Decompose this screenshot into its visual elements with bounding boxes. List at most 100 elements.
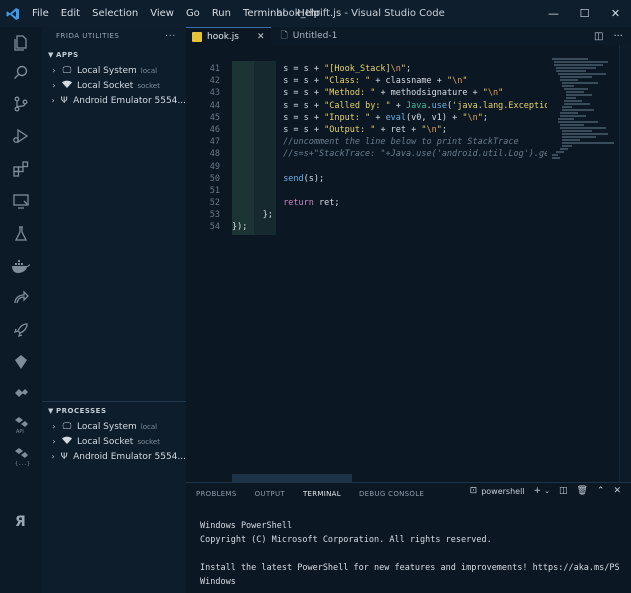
chevron-right-icon: ›	[52, 66, 56, 75]
minimap[interactable]	[548, 45, 618, 225]
shell-name[interactable]: powershell	[481, 487, 524, 496]
split-terminal-icon[interactable]: ◫	[559, 486, 568, 496]
apps-item-android-emulator[interactable]: › Ψ Android Emulator 5554...	[42, 93, 186, 108]
tab-problems[interactable]: PROBLEMS	[196, 490, 237, 498]
code-line-45: s = s + "Input: " + eval(v0, v1) + "\n";	[283, 112, 488, 123]
js-file-icon	[192, 31, 202, 42]
apps-item-local-system[interactable]: › 🖵 Local System local	[42, 63, 186, 78]
svg-text:{...}: {...}	[15, 461, 30, 467]
processes-section-header[interactable]: ▼ PROCESSES	[42, 403, 186, 419]
code-line-54: });	[232, 222, 248, 233]
menu-view[interactable]: View	[144, 8, 180, 19]
menu-file[interactable]: File	[26, 8, 55, 19]
chevron-right-icon: ›	[52, 422, 56, 431]
line-number: 42	[209, 76, 220, 87]
item-label: Local System	[77, 65, 137, 76]
processes-item-local-socket[interactable]: › Local Socket socket	[42, 434, 186, 449]
tab-hook-js[interactable]: hook.js ✕	[186, 27, 271, 45]
menu-bar: File Edit Selection View Go Run Terminal…	[26, 8, 326, 19]
line-number: 45	[209, 112, 220, 123]
search-icon[interactable]	[0, 57, 42, 89]
line-number: 50	[209, 173, 220, 184]
window-controls: — ☐ ✕	[538, 0, 631, 27]
item-desc: socket	[137, 437, 160, 446]
close-panel-icon[interactable]: ✕	[613, 486, 621, 496]
item-label: Local Socket	[77, 436, 134, 447]
json-icon[interactable]: {...}	[0, 441, 42, 473]
frida-r-icon[interactable]: Я	[0, 505, 42, 537]
terminal-line: Windows PowerShell	[200, 521, 293, 531]
remote-explorer-icon[interactable]	[0, 185, 42, 217]
frida-hook-icon[interactable]	[0, 377, 42, 409]
minimize-button[interactable]: —	[538, 0, 569, 27]
item-desc: socket	[137, 81, 160, 90]
maximize-button[interactable]: ☐	[569, 0, 600, 27]
line-number: 46	[209, 124, 220, 135]
monitor-icon: 🖵	[62, 65, 72, 76]
code-line-50: send(s);	[283, 173, 325, 184]
source-control-icon[interactable]	[0, 88, 42, 120]
explorer-icon[interactable]	[0, 27, 42, 59]
line-number: 51	[209, 185, 220, 196]
tab-debug-console[interactable]: DEBUG CONSOLE	[359, 490, 424, 498]
testing-icon[interactable]	[0, 218, 42, 250]
item-desc: local	[140, 66, 158, 75]
chevron-right-icon: ›	[51, 96, 55, 105]
more-actions-button[interactable]: ···	[165, 31, 176, 42]
line-number: 52	[209, 198, 220, 209]
menu-selection[interactable]: Selection	[86, 8, 144, 19]
menu-go[interactable]: Go	[180, 8, 206, 19]
live-share-icon[interactable]	[0, 282, 42, 314]
divider	[42, 401, 186, 402]
line-number: 48	[209, 149, 220, 160]
code-line-48: //s=s+"StackTrace: "+Java.use('android.u…	[232, 149, 547, 160]
tab-untitled-1[interactable]: 🗋 Untitled-1	[271, 27, 344, 45]
line-number: 43	[209, 88, 220, 99]
code-editor[interactable]: 41 42 43 44 45 46 47 48 49 50 51 52 53 5…	[186, 45, 631, 482]
processes-item-android-emulator[interactable]: › Ψ Android Emulator 5554...	[42, 449, 186, 464]
chevron-right-icon: ›	[52, 437, 56, 446]
menu-run[interactable]: Run	[206, 8, 237, 19]
terminal-line: Windows	[200, 577, 236, 587]
vertical-scrollbar[interactable]	[619, 45, 631, 482]
horizontal-scrollbar[interactable]	[232, 474, 352, 482]
file-icon: 🗋	[280, 31, 288, 41]
wifi-icon	[60, 80, 74, 91]
processes-item-local-system[interactable]: › 🖵 Local System local	[42, 419, 186, 434]
tab-terminal[interactable]: TERMINAL	[303, 490, 341, 498]
editor-tab-bar: hook.js ✕ 🗋 Untitled-1 ◫ ···	[186, 27, 631, 45]
bottom-panel: PROBLEMS OUTPUT TERMINAL DEBUG CONSOLE ⊡…	[186, 482, 631, 593]
apps-section-header[interactable]: ▼ APPS	[42, 47, 186, 63]
sidebar-header: FRIDA UTILITIES ···	[42, 27, 186, 45]
maximize-panel-icon[interactable]: ⌃	[597, 486, 605, 496]
menu-help[interactable]: Help	[291, 8, 326, 19]
run-debug-icon[interactable]	[0, 120, 42, 152]
line-number: 44	[209, 100, 220, 111]
extensions-icon[interactable]	[0, 153, 42, 185]
tab-label: Untitled-1	[292, 31, 338, 41]
close-tab-button[interactable]: ✕	[257, 32, 265, 42]
docker-icon[interactable]	[0, 250, 42, 282]
menu-edit[interactable]: Edit	[55, 8, 86, 19]
chevron-down-icon[interactable]: ⌄	[544, 487, 550, 495]
terminal-output[interactable]: Windows PowerShell Copyright (C) Microso…	[200, 521, 620, 591]
vscode-logo-icon	[0, 0, 26, 27]
new-terminal-button[interactable]: +	[534, 486, 542, 496]
tab-output[interactable]: OUTPUT	[255, 490, 285, 498]
api-icon[interactable]: API	[0, 409, 42, 441]
menu-terminal[interactable]: Terminal	[237, 8, 291, 19]
item-label: Local System	[77, 421, 137, 432]
code-line-53: };	[232, 210, 273, 221]
line-number: 53	[209, 210, 220, 221]
rocket-icon[interactable]	[0, 314, 42, 346]
code-line-41: s = s + "[Hook_Stack]\n";	[283, 64, 412, 74]
apps-item-local-socket[interactable]: › Local Socket socket	[42, 78, 186, 93]
frida-icon[interactable]	[0, 346, 42, 378]
item-desc: local	[140, 422, 158, 431]
trash-icon[interactable]: 🗑	[576, 486, 587, 496]
split-editor-icon[interactable]: ◫	[594, 31, 603, 42]
code-line-43: s = s + "Method: " + methodsignature + "…	[283, 88, 504, 99]
more-actions-icon[interactable]: ···	[613, 31, 623, 42]
chevron-down-icon: ▼	[48, 407, 54, 415]
close-window-button[interactable]: ✕	[600, 0, 631, 27]
